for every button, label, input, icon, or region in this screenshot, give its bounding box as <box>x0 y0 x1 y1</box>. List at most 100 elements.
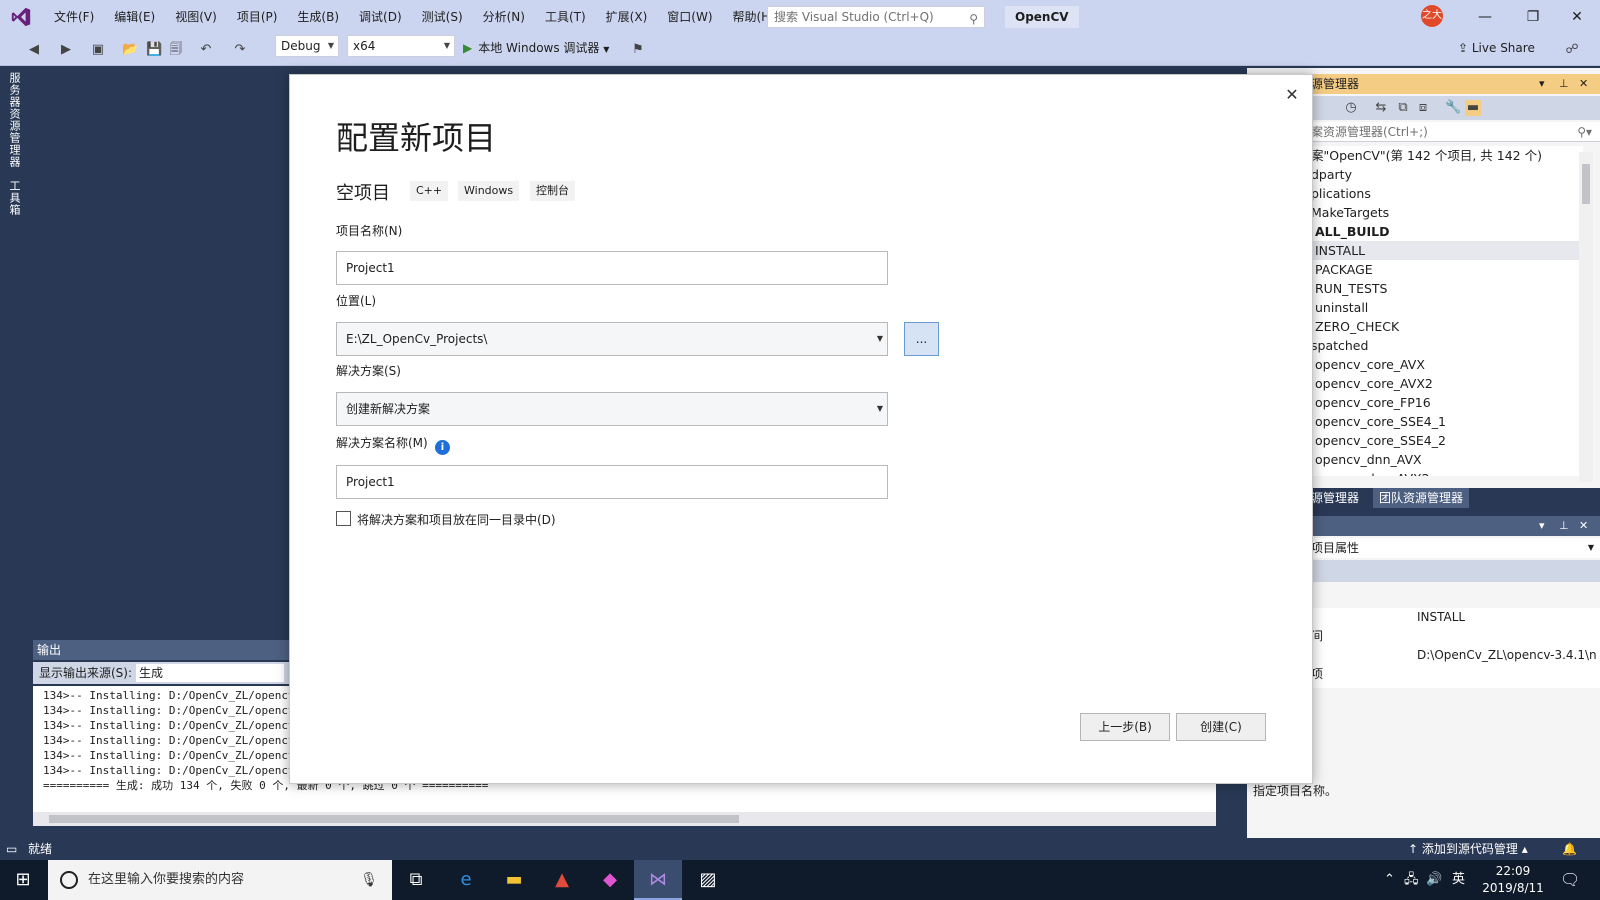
menu-item[interactable]: 工具(T) <box>535 0 596 34</box>
toolbar-extra-icon[interactable]: ⚑ <box>630 42 646 58</box>
add-to-source-control-button[interactable]: ↑ 添加到源代码管理 ▴ <box>1408 838 1528 860</box>
undo-icon[interactable]: ↶ <box>198 42 214 58</box>
menu-item[interactable]: 测试(S) <box>412 0 473 34</box>
pin-icon[interactable]: ⊥ <box>1559 516 1569 536</box>
tab-team-explorer[interactable]: 团队资源管理器 <box>1373 488 1470 508</box>
back-icon[interactable]: ◀ <box>26 42 42 58</box>
network-icon[interactable]: 🖧 <box>1404 860 1419 900</box>
menu-item[interactable]: 扩展(X) <box>596 0 658 34</box>
project-name-label: 项目名称(N) <box>336 224 403 238</box>
menu-item[interactable]: 视图(V) <box>165 0 227 34</box>
solution-name-badge: OpenCV <box>1005 6 1079 28</box>
close-panel-icon[interactable]: ✕ <box>1579 516 1588 536</box>
file-explorer-icon[interactable]: ▬ <box>490 860 538 900</box>
volume-icon[interactable]: 🔊 <box>1426 860 1442 900</box>
live-share-label: Live Share <box>1471 41 1535 55</box>
avatar[interactable]: 之大 <box>1421 5 1443 27</box>
feedback-icon[interactable]: ☍ <box>1564 42 1580 58</box>
tab-server-explorer[interactable]: 服务器资源管理器 <box>8 72 22 168</box>
action-center-icon[interactable]: 🗨 <box>1560 860 1580 900</box>
search-placeholder: 搜索 Visual Studio (Ctrl+Q) <box>774 10 934 24</box>
location-value: E:\ZL_OpenCv_Projects\ <box>346 332 488 346</box>
scrollbar-thumb[interactable] <box>49 815 739 823</box>
tab-toolbox[interactable]: 工具箱 <box>8 180 22 216</box>
preview-icon[interactable]: ▬ <box>1465 100 1481 116</box>
menu-item[interactable]: 生成(B) <box>287 0 349 34</box>
solution-select[interactable]: 创建新解决方案 ▼ <box>336 392 888 426</box>
clock-time: 22:09 <box>1495 864 1531 878</box>
open-file-icon[interactable]: 📂 <box>122 42 138 58</box>
edge-browser-icon[interactable]: e <box>442 860 490 900</box>
tab-solution-explorer[interactable]: 源管理器 <box>1311 488 1359 508</box>
minimize-icon[interactable]: — <box>1462 0 1508 34</box>
dropdown-icon[interactable]: ▾ <box>1539 516 1545 536</box>
configuration-value: Debug <box>281 39 321 53</box>
menu-item[interactable]: 编辑(E) <box>104 0 165 34</box>
close-panel-icon[interactable]: ✕ <box>1579 74 1588 94</box>
configuration-select[interactable]: Debug ▼ <box>275 35 339 57</box>
wrench-icon[interactable]: 🔧 <box>1445 100 1461 116</box>
status-window-icon: ▭ <box>6 842 18 856</box>
output-horizontal-scrollbar[interactable] <box>33 812 1216 826</box>
menu-item[interactable]: 调试(D) <box>349 0 412 34</box>
show-all-icon[interactable]: ⧈ <box>1415 100 1431 116</box>
windows-start-icon[interactable]: ⊞ <box>0 860 46 900</box>
create-button[interactable]: 创建(C) <box>1176 713 1266 741</box>
system-clock[interactable]: 22:09 2019/8/11 <box>1478 863 1548 897</box>
project-name-input[interactable]: Project1 <box>336 251 888 285</box>
menu-item[interactable]: 文件(F) <box>44 0 104 34</box>
location-combo[interactable]: E:\ZL_OpenCv_Projects\ ▼ <box>336 322 888 356</box>
play-icon: ▶ <box>463 41 473 55</box>
menu-item[interactable]: 项目(P) <box>227 0 288 34</box>
menu-item[interactable]: 分析(N) <box>473 0 535 34</box>
paint-3d-icon[interactable]: ◆ <box>586 860 634 900</box>
browse-button[interactable]: ... <box>904 322 939 356</box>
back-button[interactable]: 上一步(B) <box>1080 713 1170 741</box>
scrollbar-thumb[interactable] <box>1582 164 1590 204</box>
same-directory-checkbox[interactable] <box>336 511 351 526</box>
solution-search-placeholder: 案资源管理器(Ctrl+;) <box>1311 125 1428 139</box>
menu-items: 文件(F) 编辑(E) 视图(V) 项目(P) 生成(B) 调试(D) 测试(S) 分析(N)… <box>44 0 785 34</box>
cmake-icon[interactable]: ▲ <box>538 860 586 900</box>
menu-item[interactable]: 窗口(W) <box>657 0 722 34</box>
save-icon[interactable]: 💾 <box>146 42 162 58</box>
dropdown-icon[interactable]: ▾ <box>1539 74 1545 94</box>
sync-icon[interactable]: ⇆ <box>1373 100 1389 116</box>
tray-expand-icon[interactable]: ⌃ <box>1384 860 1395 900</box>
same-directory-label[interactable]: 将解决方案和项目放在同一目录中(D) <box>357 511 556 528</box>
close-icon[interactable]: ✕ <box>1554 0 1600 34</box>
redo-icon[interactable]: ↷ <box>232 42 248 58</box>
microphone-icon[interactable]: 🎙 <box>360 860 378 900</box>
run-label: 本地 Windows 调试器 <box>478 41 600 55</box>
template-name: 空项目 <box>336 183 390 204</box>
history-icon[interactable]: ◷ <box>1343 100 1359 116</box>
search-input[interactable]: 搜索 Visual Studio (Ctrl+Q) ⚲ <box>767 6 985 28</box>
tag-type: 控制台 <box>530 181 575 201</box>
solution-tree-scrollbar[interactable] <box>1579 152 1593 482</box>
taskbar-search-input[interactable]: 在这里输入你要搜索的内容 🎙 <box>48 860 392 900</box>
platform-select[interactable]: x64 ▼ <box>347 35 455 57</box>
status-bar: ▭ 就绪 ↑ 添加到源代码管理 ▴ 🔔 <box>0 838 1600 860</box>
notifications-icon[interactable]: 🔔 <box>1562 838 1577 860</box>
collapse-icon[interactable]: ⧉ <box>1395 100 1411 116</box>
new-project-icon[interactable]: ▣ <box>90 42 106 58</box>
configure-project-dialog: ✕ 配置新项目 空项目 C++ Windows 控制台 项目名称(N) Proj… <box>289 74 1313 784</box>
task-view-icon[interactable]: ⧉ <box>392 860 440 900</box>
save-all-icon[interactable]: 🗐 <box>168 42 184 58</box>
pin-icon[interactable]: ⊥ <box>1559 74 1569 94</box>
chevron-down-icon: ▼ <box>327 41 334 50</box>
dialog-close-icon[interactable]: ✕ <box>1280 83 1304 107</box>
chevron-down-icon: ▼ <box>876 334 883 343</box>
info-icon[interactable]: i <box>435 440 450 455</box>
ime-indicator[interactable]: 英 <box>1452 860 1465 900</box>
live-share-button[interactable]: ⇪ Live Share <box>1458 34 1535 62</box>
output-source-bar: 显示输出来源(S): 生成 <box>33 662 293 684</box>
visual-studio-taskbar-icon[interactable]: ⋈ <box>634 860 682 900</box>
photos-icon[interactable]: ▨ <box>684 860 732 900</box>
start-debugging-button[interactable]: ▶ 本地 Windows 调试器 ▼ <box>463 34 609 62</box>
solution-value: 创建新解决方案 <box>346 402 431 416</box>
restore-icon[interactable]: ❐ <box>1510 0 1556 34</box>
forward-icon[interactable]: ▶ <box>58 42 74 58</box>
solution-name-input[interactable]: Project1 <box>336 465 888 499</box>
output-source-select[interactable]: 生成 <box>136 664 285 682</box>
